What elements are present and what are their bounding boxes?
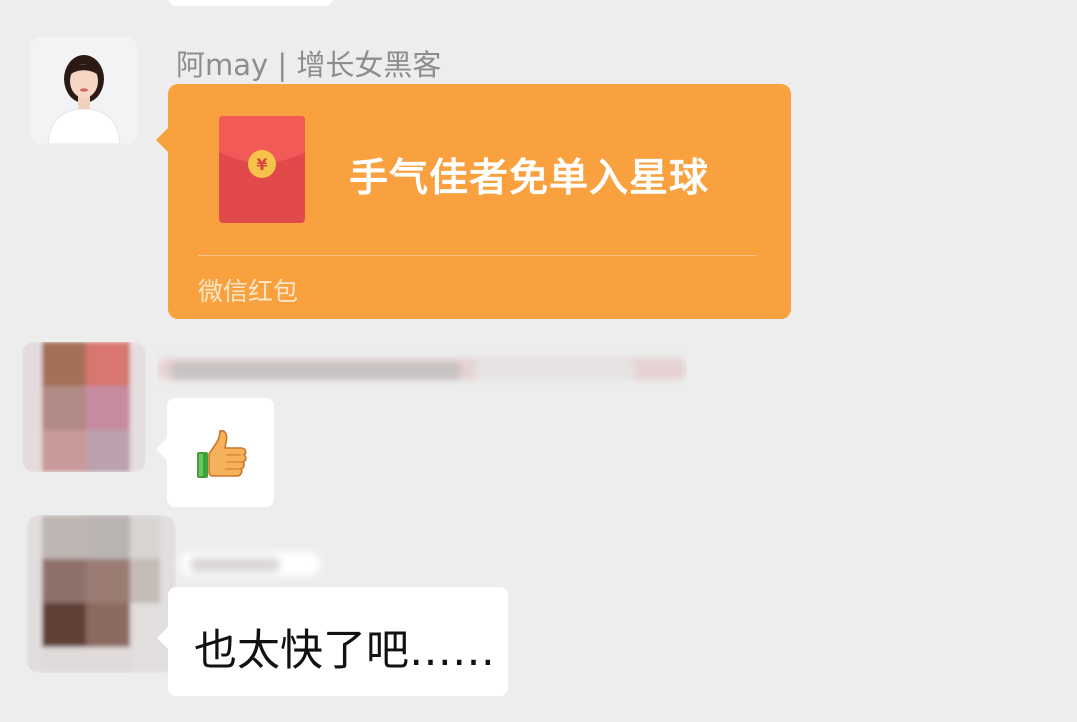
red-packet-label: 微信红包	[198, 277, 299, 306]
pixelated-avatar	[26, 515, 176, 673]
avatar[interactable]	[26, 515, 176, 673]
red-packet-title: 手气佳者免单入星球	[349, 156, 710, 201]
sender-name: 阿may | 增长女黑客	[176, 48, 442, 82]
avatar[interactable]	[30, 37, 137, 144]
red-packet-card[interactable]: ¥ 手气佳者免单入星球 微信红包	[156, 84, 791, 319]
woman-portrait-avatar	[30, 37, 137, 144]
blurred-sender-name	[157, 358, 687, 380]
divider	[198, 255, 757, 256]
thumbs-up-icon	[197, 430, 247, 478]
pixelated-avatar	[22, 342, 146, 472]
yuan-symbol: ¥	[256, 155, 267, 174]
sticker-bubble[interactable]	[156, 398, 274, 507]
previous-message-bubble[interactable]	[168, 0, 333, 6]
red-envelope-icon: ¥	[219, 116, 305, 223]
text-message-bubble[interactable]: 也太快了吧……	[157, 587, 508, 696]
avatar[interactable]	[22, 342, 146, 472]
blurred-sender-name	[180, 552, 320, 576]
message-text: 也太快了吧……	[194, 626, 495, 676]
